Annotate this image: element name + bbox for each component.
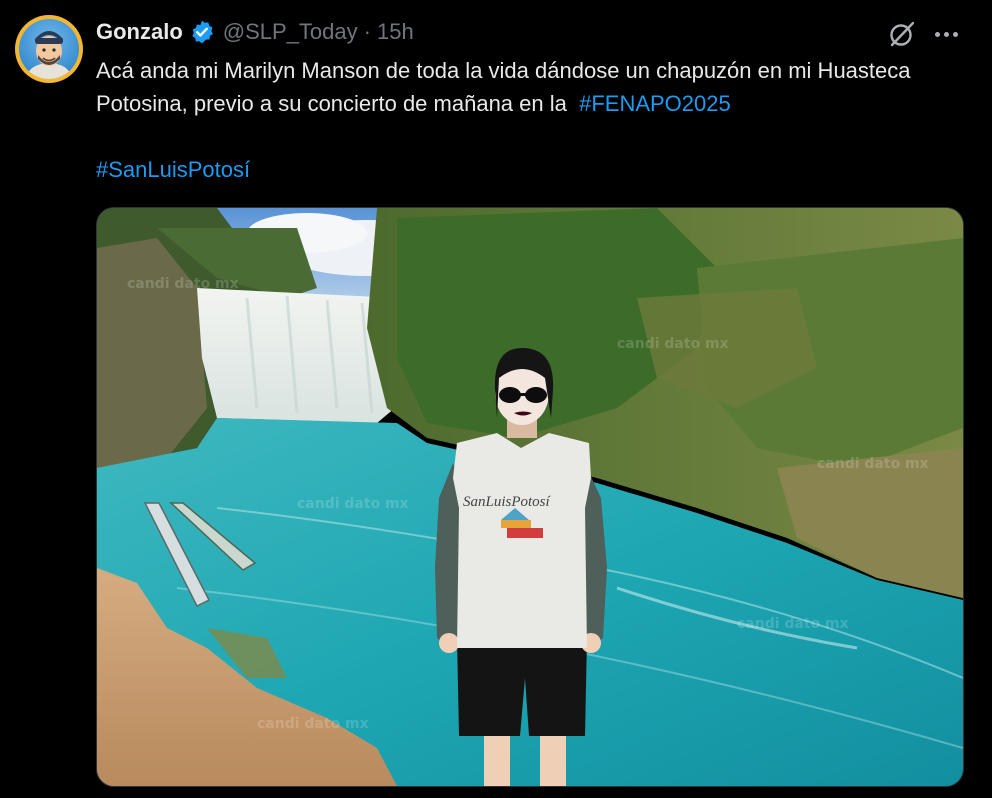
- tweet-text-body: Acá anda mi Marilyn Manson de toda la vi…: [96, 58, 911, 116]
- timestamp[interactable]: 15h: [377, 19, 414, 45]
- tweet: Gonzalo @SLP_Today · 15h Acá anda mi Mar…: [0, 0, 992, 798]
- verified-badge-icon: [189, 19, 215, 45]
- watermark: candi dato mx: [257, 716, 369, 732]
- hashtag-fenapo[interactable]: #FENAPO2025: [579, 91, 731, 116]
- tweet-text: Acá anda mi Marilyn Manson de toda la vi…: [96, 54, 966, 186]
- more-dot: [943, 31, 949, 37]
- watermark: candi dato mx: [737, 616, 849, 632]
- watermark: candi dato mx: [617, 336, 729, 352]
- tweet-header: Gonzalo @SLP_Today · 15h: [96, 17, 414, 47]
- tweet-photo[interactable]: SanLuisPotosí candi dato mx candi dato m…: [96, 207, 964, 787]
- avatar-image: [19, 19, 79, 79]
- handle[interactable]: @SLP_Today: [223, 19, 358, 45]
- shirt-text: SanLuisPotosí: [463, 494, 552, 510]
- watermark: candi dato mx: [817, 456, 929, 472]
- separator-dot: ·: [363, 19, 371, 44]
- display-name[interactable]: Gonzalo: [96, 19, 183, 45]
- more-dot: [934, 31, 940, 37]
- more-options-icon[interactable]: [930, 20, 962, 48]
- grok-icon[interactable]: [886, 18, 918, 50]
- avatar[interactable]: [15, 15, 83, 83]
- watermark: candi dato mx: [297, 496, 409, 512]
- more-dot: [952, 31, 958, 37]
- watermark: candi dato mx: [127, 276, 239, 292]
- hashtag-sanluispotosi[interactable]: #SanLuisPotosí: [96, 157, 250, 182]
